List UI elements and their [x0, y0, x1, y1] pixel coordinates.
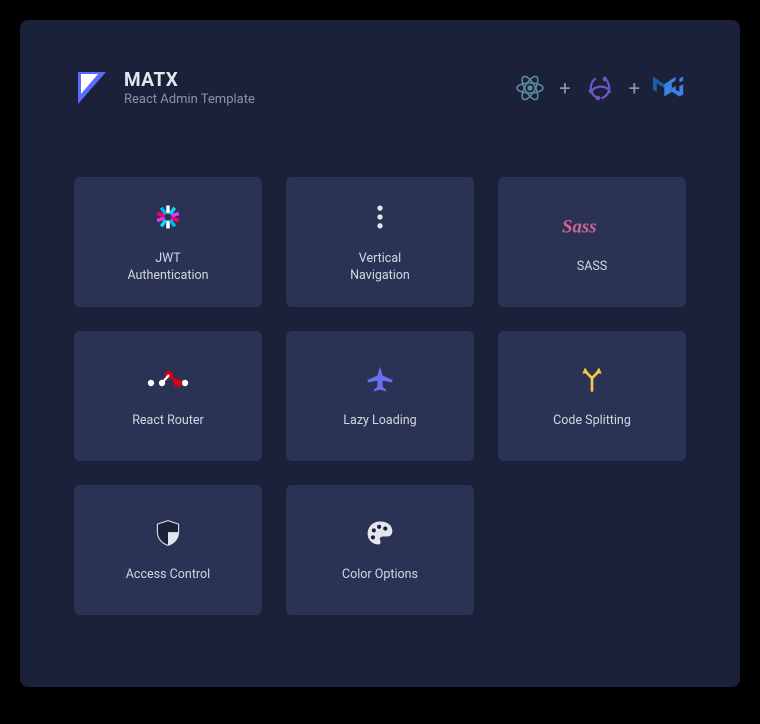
split-icon: [575, 362, 609, 396]
plus-separator: +: [629, 76, 640, 100]
brand-title: MATX: [124, 68, 255, 91]
react-icon: [513, 71, 547, 105]
router-icon: [145, 362, 191, 396]
feature-panel: MATX React Admin Template +: [20, 20, 740, 687]
feature-label: React Router: [132, 413, 204, 430]
feature-card-sass[interactable]: Sass SASS: [498, 177, 686, 307]
plane-icon: [363, 362, 397, 396]
shield-icon: [151, 516, 185, 550]
feature-label: JWT Authentication: [127, 251, 208, 285]
feature-label: Code Splitting: [553, 413, 631, 430]
matx-logo-icon: [74, 70, 110, 106]
feature-label: Lazy Loading: [343, 413, 416, 430]
redux-icon: [583, 71, 617, 105]
feature-card-jwt[interactable]: JWT Authentication: [74, 177, 262, 307]
feature-label: Color Options: [342, 567, 418, 584]
mui-icon: [652, 71, 686, 105]
feature-card-vertical-nav[interactable]: Vertical Navigation: [286, 177, 474, 307]
feature-card-router[interactable]: React Router: [74, 331, 262, 461]
jwt-icon: [151, 200, 185, 234]
header: MATX React Admin Template +: [74, 68, 686, 107]
brand-block: MATX React Admin Template: [74, 68, 255, 107]
feature-label: SASS: [577, 259, 607, 276]
plus-separator: +: [559, 76, 570, 100]
brand-text: MATX React Admin Template: [124, 68, 255, 107]
feature-label: Access Control: [126, 567, 210, 584]
feature-card-lazy[interactable]: Lazy Loading: [286, 331, 474, 461]
tech-stack: + +: [513, 71, 686, 105]
svg-text:Sass: Sass: [562, 216, 597, 237]
feature-card-colors[interactable]: Color Options: [286, 485, 474, 615]
feature-label: Vertical Navigation: [350, 251, 410, 285]
sass-icon: Sass: [562, 208, 622, 242]
brand-subtitle: React Admin Template: [124, 92, 255, 107]
feature-card-access[interactable]: Access Control: [74, 485, 262, 615]
feature-card-split[interactable]: Code Splitting: [498, 331, 686, 461]
palette-icon: [363, 516, 397, 550]
vertical-dots-icon: [363, 200, 397, 234]
feature-grid: JWT Authentication Vertical Navigation S…: [74, 177, 686, 615]
